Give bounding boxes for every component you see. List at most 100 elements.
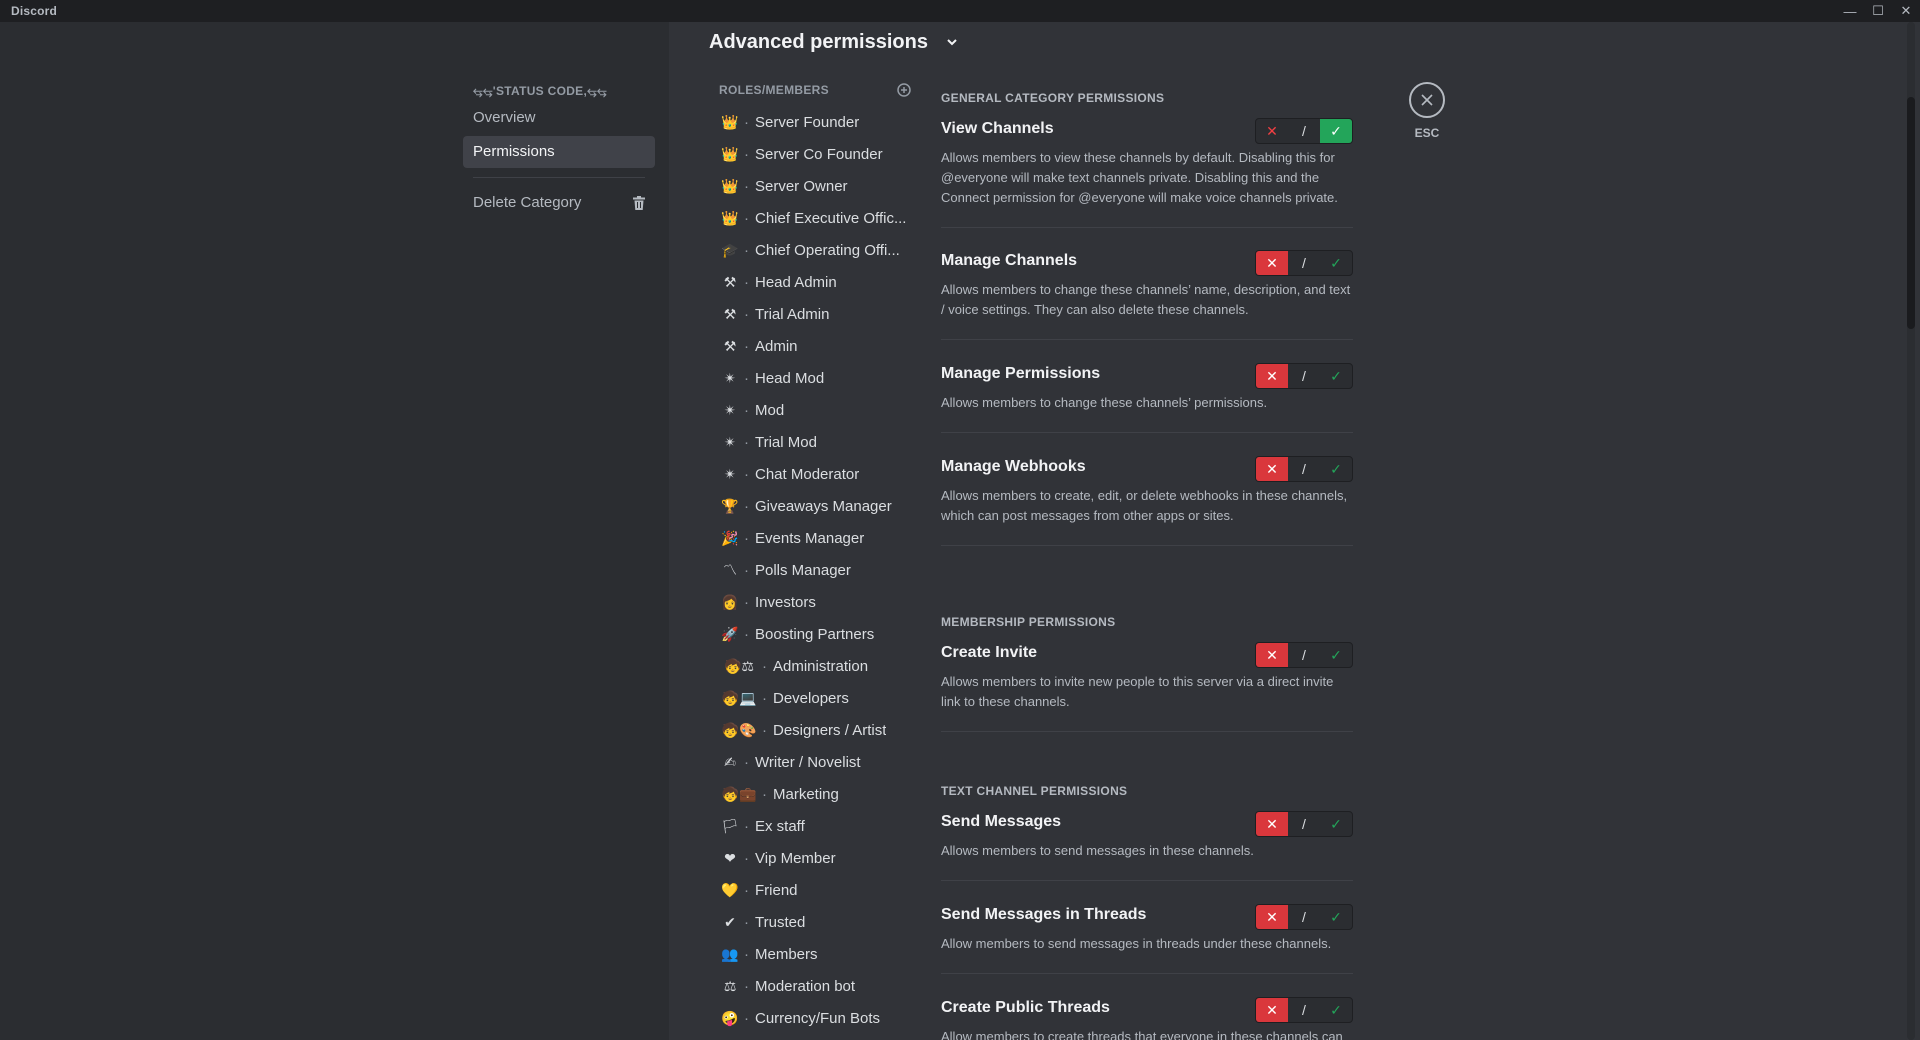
category-name-header: ⥃⥃'STATUS CODE,⥃⥃ bbox=[473, 84, 607, 98]
role-emoji-icon: ⚒ bbox=[723, 273, 737, 290]
role-item[interactable]: 👑 · Server Owner bbox=[719, 170, 914, 202]
role-item[interactable]: 🚀 · Boosting Partners bbox=[719, 618, 914, 650]
scrollbar-thumb[interactable] bbox=[1907, 97, 1915, 329]
add-role-icon[interactable] bbox=[897, 83, 911, 97]
allow-toggle-button[interactable]: ✓ bbox=[1320, 905, 1352, 929]
window-controls: — ☐ ✕ bbox=[1836, 0, 1920, 22]
maximize-button[interactable]: ☐ bbox=[1864, 0, 1892, 22]
role-emoji-icon: ✴ bbox=[724, 369, 736, 386]
role-item[interactable]: 💛 · Friend bbox=[719, 874, 914, 906]
role-item[interactable]: ⚖ · Moderation bot bbox=[719, 970, 914, 1002]
role-emoji-icon: ⚒ bbox=[723, 337, 737, 354]
role-item[interactable]: 🤪 · Currency/Fun Bots bbox=[719, 1002, 914, 1034]
role-item[interactable]: 👑 · Chief Executive Offic... bbox=[719, 202, 914, 234]
role-name: Chief Operating Offi... bbox=[755, 241, 900, 259]
neutral-toggle-button[interactable]: / bbox=[1288, 998, 1320, 1022]
role-name: Ex staff bbox=[755, 817, 805, 835]
deny-toggle-button[interactable]: ✕ bbox=[1256, 364, 1288, 388]
allow-toggle-button[interactable]: ✓ bbox=[1320, 998, 1352, 1022]
role-item[interactable]: ✍ · Writer / Novelist bbox=[719, 746, 914, 778]
neutral-toggle-button[interactable]: / bbox=[1288, 905, 1320, 929]
neutral-toggle-button[interactable]: / bbox=[1288, 457, 1320, 481]
permission-description: Allow members to send messages in thread… bbox=[941, 936, 1332, 951]
role-item[interactable]: ⚒ · Trial Admin bbox=[719, 298, 914, 330]
permission-category-header: TEXT CHANNEL PERMISSIONS bbox=[941, 784, 1128, 798]
deny-toggle-button[interactable]: ✕ bbox=[1256, 905, 1288, 929]
role-item[interactable]: ⚒ · Admin bbox=[719, 330, 914, 362]
page-title[interactable]: Advanced permissions bbox=[709, 28, 958, 56]
role-emoji-icon: ✔ bbox=[724, 913, 736, 930]
neutral-toggle-button[interactable]: / bbox=[1288, 251, 1320, 275]
role-name: Events Manager bbox=[755, 529, 865, 547]
role-emoji-icon: ✴ bbox=[724, 433, 736, 450]
sidebar-item-permissions[interactable]: Permissions bbox=[463, 136, 655, 168]
neutral-toggle-button[interactable]: / bbox=[1288, 812, 1320, 836]
role-emoji-icon: 👑 bbox=[721, 209, 739, 226]
permission-description: Allows members to invite new people to t… bbox=[941, 674, 1334, 709]
role-item[interactable]: 🧒⚖ · Administration bbox=[719, 650, 914, 682]
role-item[interactable]: ✴ · Mod bbox=[719, 394, 914, 426]
permission-row: Manage Permissions Allows members to chan… bbox=[941, 363, 1353, 433]
minimize-button[interactable]: — bbox=[1836, 0, 1864, 22]
role-item[interactable]: 〽 · Polls Manager bbox=[719, 554, 914, 586]
permission-toggle: ✕ / ✓ bbox=[1255, 642, 1353, 668]
role-item[interactable]: 🎓 · Chief Operating Offi... bbox=[719, 234, 914, 266]
role-name: Giveaways Manager bbox=[755, 497, 892, 515]
permission-description: Allows members to change these channels’… bbox=[941, 282, 1351, 317]
role-emoji-icon: 🎉 bbox=[721, 529, 739, 546]
settings-sidebar: ⥃⥃'STATUS CODE,⥃⥃ Overview Permissions D… bbox=[0, 22, 669, 1040]
deny-toggle-button[interactable]: ✕ bbox=[1256, 119, 1288, 143]
window-close-button[interactable]: ✕ bbox=[1892, 0, 1920, 22]
neutral-toggle-button[interactable]: / bbox=[1288, 119, 1320, 143]
deny-toggle-button[interactable]: ✕ bbox=[1256, 643, 1288, 667]
deny-toggle-button[interactable]: ✕ bbox=[1256, 812, 1288, 836]
role-name: Head Admin bbox=[755, 273, 837, 291]
permission-description: Allows members to view these channels by… bbox=[941, 150, 1338, 205]
role-item[interactable]: 🧒💼 · Marketing bbox=[719, 778, 914, 810]
role-item[interactable]: ✴ · Trial Mod bbox=[719, 426, 914, 458]
role-item[interactable]: 🏆 · Giveaways Manager bbox=[719, 490, 914, 522]
permission-row: Send Messages in Threads Allow members to… bbox=[941, 904, 1353, 974]
allow-toggle-button[interactable]: ✓ bbox=[1320, 457, 1352, 481]
role-separator: · bbox=[762, 689, 767, 707]
sidebar-item-overview[interactable]: Overview bbox=[463, 102, 655, 134]
role-item[interactable]: 👑 · Server Co Founder bbox=[719, 138, 914, 170]
role-item[interactable]: 👑 · Server Founder bbox=[719, 106, 914, 138]
role-item[interactable]: 🧒💻 · Developers bbox=[719, 682, 914, 714]
role-item[interactable]: ⚒ · Head Admin bbox=[719, 266, 914, 298]
deny-toggle-button[interactable]: ✕ bbox=[1256, 998, 1288, 1022]
neutral-toggle-button[interactable]: / bbox=[1288, 364, 1320, 388]
role-item[interactable]: 🏳 · Ex staff bbox=[719, 810, 914, 842]
role-separator: · bbox=[744, 369, 749, 387]
role-item[interactable]: ✴ · Head Mod bbox=[719, 362, 914, 394]
role-item[interactable]: ❤ · Vip Member bbox=[719, 842, 914, 874]
role-separator: · bbox=[744, 977, 749, 995]
deny-toggle-button[interactable]: ✕ bbox=[1256, 457, 1288, 481]
role-emoji-icon: ✍ bbox=[724, 753, 736, 770]
allow-toggle-button[interactable]: ✓ bbox=[1320, 119, 1352, 143]
permission-row: Create Public Threads Allow members to cr… bbox=[941, 997, 1353, 1040]
role-emoji-icon: ✴ bbox=[724, 465, 736, 482]
role-item[interactable]: ✔ · Trusted bbox=[719, 906, 914, 938]
role-emoji-icon: ⚒ bbox=[723, 305, 737, 322]
role-item[interactable]: ✴ · Chat Moderator bbox=[719, 458, 914, 490]
allow-toggle-button[interactable]: ✓ bbox=[1320, 643, 1352, 667]
allow-toggle-button[interactable]: ✓ bbox=[1320, 364, 1352, 388]
close-button[interactable] bbox=[1409, 82, 1445, 118]
role-name: Investors bbox=[755, 593, 816, 611]
allow-toggle-button[interactable]: ✓ bbox=[1320, 812, 1352, 836]
permission-description: Allows members to change these channels’… bbox=[941, 395, 1268, 410]
role-item[interactable]: 👥 · Members bbox=[719, 938, 914, 970]
role-item[interactable]: 🧒🎨 · Designers / Artist bbox=[719, 714, 914, 746]
role-name: Developers bbox=[773, 689, 849, 707]
role-name: Head Mod bbox=[755, 369, 825, 387]
deny-toggle-button[interactable]: ✕ bbox=[1256, 251, 1288, 275]
allow-toggle-button[interactable]: ✓ bbox=[1320, 251, 1352, 275]
role-item[interactable]: 🎉 · Events Manager bbox=[719, 522, 914, 554]
delete-category-button[interactable]: Delete Category bbox=[463, 187, 655, 219]
roles-header: ROLES/MEMBERS bbox=[719, 83, 911, 99]
close-control[interactable]: ESC bbox=[1409, 82, 1445, 140]
neutral-toggle-button[interactable]: / bbox=[1288, 643, 1320, 667]
page-title-text: Advanced permissions bbox=[709, 30, 928, 53]
role-item[interactable]: 👩 · Investors bbox=[719, 586, 914, 618]
